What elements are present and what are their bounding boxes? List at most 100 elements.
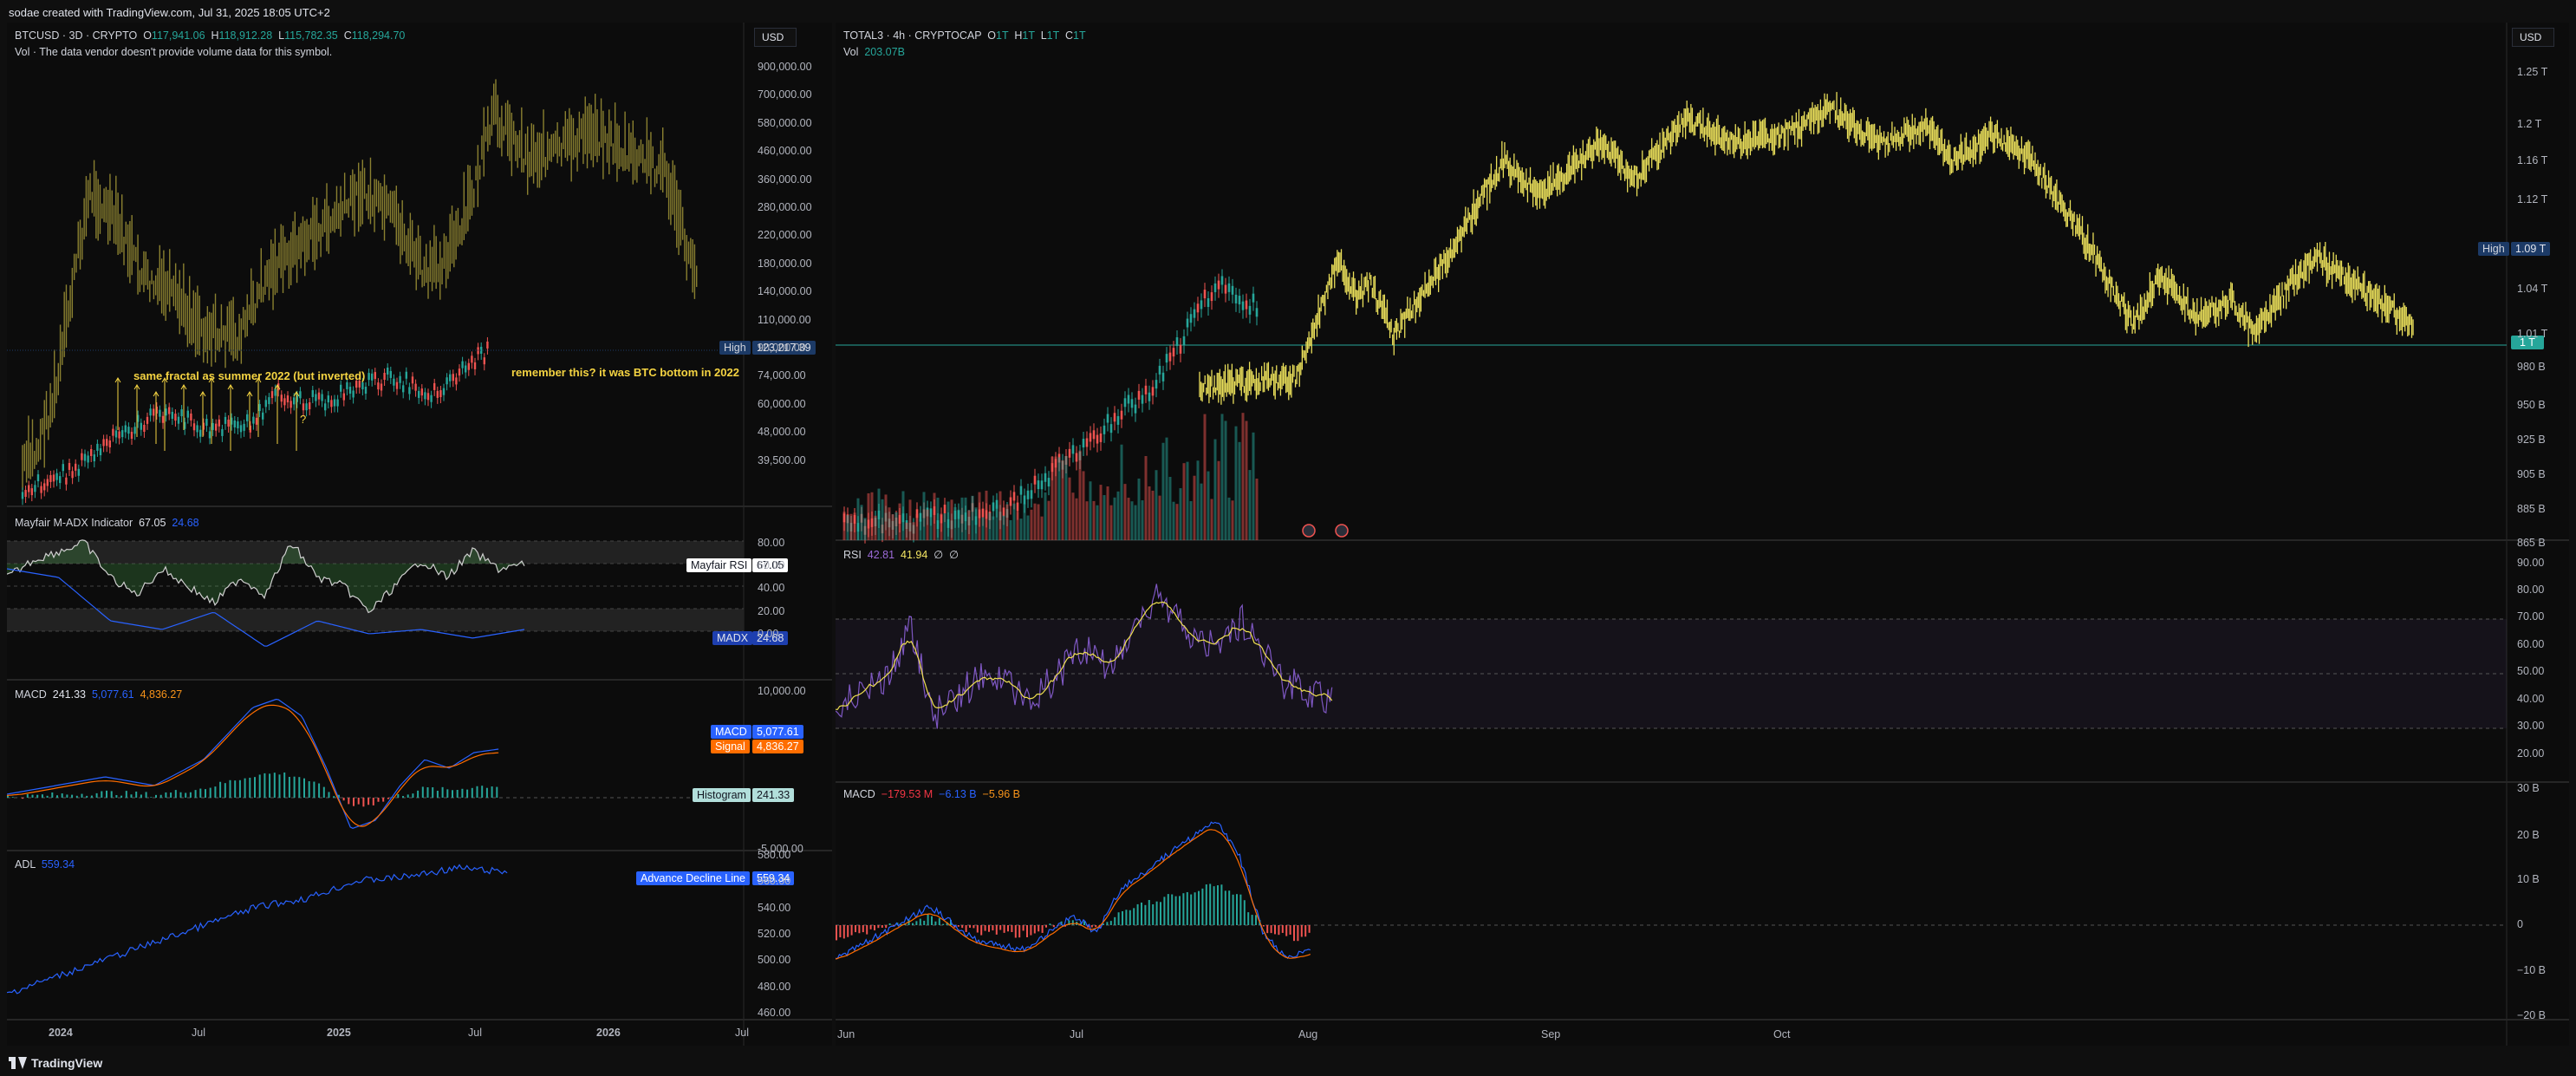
btc-currency-button[interactable]: USD [754, 28, 797, 47]
btc-candle-body [55, 473, 58, 480]
macd-histogram-bar [66, 794, 68, 798]
macd2-histogram-bar [1270, 925, 1272, 934]
volume-bar [891, 514, 894, 540]
rsi-tick: 60.00 [2517, 638, 2545, 650]
macd2-histogram-bar [874, 925, 875, 931]
macd-v3: 4,836.27 [140, 688, 183, 701]
total3-candle-body [1186, 318, 1189, 328]
btc-candle-body [395, 381, 399, 389]
volume-bar [957, 509, 960, 540]
total3-currency-button[interactable]: USD [2512, 28, 2555, 47]
total3-chart-canvas[interactable] [836, 23, 2569, 1046]
annotation-fractal[interactable]: same fractal as summer 2022 (but inverte… [133, 369, 365, 382]
btc-candle-body [30, 488, 33, 496]
volume-bar [1252, 432, 1255, 540]
volume-bar [985, 490, 988, 540]
rsi-v1: 42.81 [867, 549, 895, 561]
adl-legend[interactable]: ADL 559.34 [15, 858, 75, 871]
btc-candle-body [243, 423, 245, 431]
macd2-histogram-bar [1152, 903, 1155, 925]
btc-candle-body [405, 371, 407, 379]
volume-bar [1068, 477, 1071, 540]
btc-candle-body [280, 395, 283, 402]
total3-chart[interactable]: TOTAL3 · 4h · CRYPTOCAP O1T H1T L1T C1T … [836, 23, 2569, 1046]
volume-bar [1186, 461, 1189, 540]
btc-candle-body [59, 476, 62, 484]
macd2-histogram-bar [1011, 925, 1013, 933]
btc-candle-body [112, 428, 114, 436]
rsi-tick: 20.00 [2517, 747, 2545, 760]
total3-candle-body [992, 502, 995, 512]
btc-chart-canvas[interactable] [7, 23, 832, 1046]
volume-bar [943, 513, 946, 540]
macd2-histogram-bar [1228, 890, 1231, 925]
btc-candle-body [21, 492, 24, 499]
volume-bar [849, 513, 853, 540]
total3-price-tick: 1.25 T [2517, 66, 2548, 78]
btc-price-tick: 60,000.00 [758, 397, 806, 410]
total3-close: 1T [1073, 29, 1086, 42]
btc-candle-body [205, 419, 208, 427]
macd2-histogram-bar [1281, 925, 1284, 933]
macd2-histogram-bar [1022, 925, 1025, 931]
btc-candle-body [93, 454, 95, 462]
total3-c-label: C [1064, 29, 1074, 42]
rsi-tick: 50.00 [2517, 665, 2545, 677]
btc-candle-body [380, 383, 383, 391]
total3-symbol[interactable]: TOTAL3 · 4h · CRYPTOCAP [843, 29, 981, 42]
total3-price-tick: 1.04 T [2517, 283, 2548, 295]
btc-time-tick: Jul [468, 1027, 482, 1039]
btc-candle-body [293, 397, 296, 405]
volume-bar [1175, 504, 1179, 540]
btc-candle-body [377, 382, 380, 390]
volume-bar [950, 499, 953, 540]
macd-histogram-bar [244, 778, 246, 798]
volume-bar [877, 488, 881, 540]
volume-bar [856, 498, 860, 540]
macd2-legend[interactable]: MACD −179.53 M −6.13 B −5.96 B [843, 788, 1020, 800]
volume-bar [898, 503, 901, 540]
macd-histogram-bar [407, 794, 409, 798]
btc-candle-body [62, 464, 64, 472]
total3-candle-body [1116, 415, 1120, 425]
macd2-histogram-bar [1117, 912, 1120, 925]
volume-bar [1082, 471, 1085, 540]
macd2-histogram-bar [1224, 890, 1226, 925]
volume-bar [1012, 503, 1016, 540]
btc-candle-body [215, 423, 218, 431]
macd-histogram-bar [273, 773, 276, 798]
histogram-tag-label: Histogram [693, 788, 751, 802]
macd-histogram-bar [75, 795, 78, 798]
tradingview-logo[interactable]: TradingView [9, 1056, 102, 1070]
macd2-v2: −6.13 B [939, 788, 977, 800]
volume-bar [1245, 421, 1248, 540]
rsi-legend[interactable]: RSI 42.81 41.94 ∅ ∅ [843, 548, 959, 561]
adx-legend[interactable]: Mayfair M-ADX Indicator 67.05 24.68 [15, 517, 199, 529]
total3-candle-body [1134, 404, 1137, 414]
btc-symbol[interactable]: BTCUSD · 3D · CRYPTO [15, 29, 137, 42]
macd-histogram-bar [159, 794, 162, 798]
macd-legend[interactable]: MACD 241.33 5,077.61 4,836.27 [15, 688, 182, 701]
macd2-histogram-bar [1122, 910, 1123, 925]
volume-bar [1061, 460, 1064, 540]
btc-price-tick: 74,000.00 [758, 369, 806, 382]
volume-bar [922, 492, 926, 540]
annotation-bottom[interactable]: remember this? it was BTC bottom in 2022 [511, 366, 739, 379]
btc-candle-body [387, 367, 389, 375]
btc-candle-body [268, 397, 270, 405]
btc-candle-body [180, 409, 183, 417]
annotation-question[interactable]: ? [300, 413, 306, 426]
btc-candle-body [289, 401, 292, 408]
macd2-histogram-bar [1163, 897, 1166, 925]
total3-candle-body [1002, 507, 1005, 517]
btc-price-tick: 700,000.00 [758, 88, 812, 101]
total3-candle-body [1109, 424, 1113, 434]
tradingview-brand: TradingView [31, 1056, 103, 1070]
btc-candle-body [455, 377, 458, 385]
btc-candle-body [99, 448, 102, 456]
macd-histogram-bar [417, 790, 420, 798]
total3-candle-body [1113, 413, 1116, 422]
volume-bar [870, 492, 874, 540]
btc-time-tick: Jul [192, 1027, 205, 1039]
btc-chart[interactable]: BTCUSD · 3D · CRYPTO O117,941.06 H118,91… [7, 23, 832, 1046]
